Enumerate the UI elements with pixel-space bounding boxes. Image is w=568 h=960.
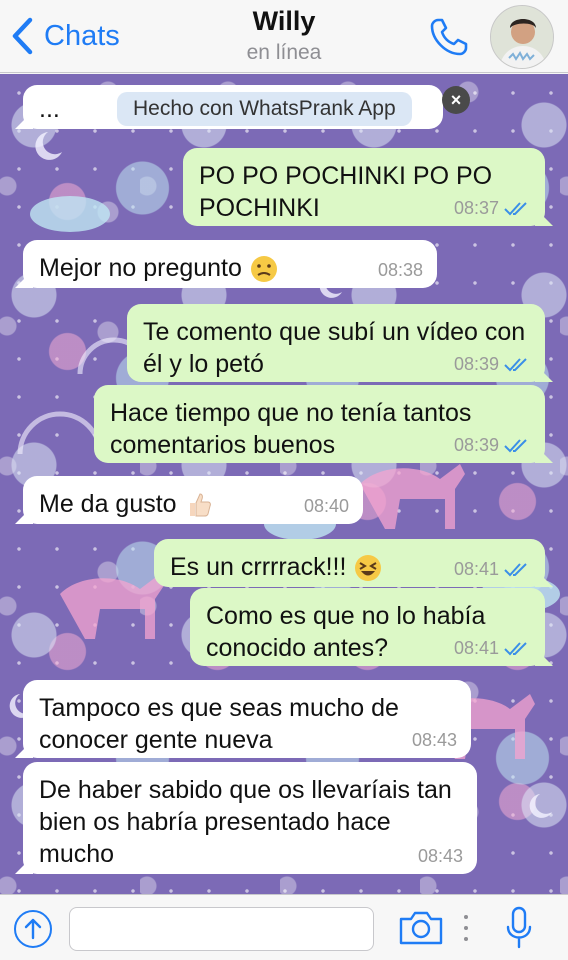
more-options-icon[interactable] — [461, 913, 471, 943]
phone-call-icon[interactable] — [428, 16, 470, 58]
message-text: Como es que no lo había conocido antes? — [206, 602, 486, 662]
laughing-face-icon — [355, 555, 382, 582]
prank-banner: Hecho con WhatsPrank App — [117, 92, 412, 126]
message-bubble[interactable]: PO PO POCHINKI PO PO POCHINKI 08:37 — [183, 148, 553, 226]
message-time: 08:37 — [453, 198, 499, 218]
message-text: Mejor no pregunto — [39, 254, 242, 282]
avatar-photo — [491, 6, 553, 68]
message-bubble[interactable]: Es un crrrrack!!! 08:41 — [154, 539, 553, 587]
contact-info[interactable]: Willy en línea — [0, 6, 568, 65]
message-time: 08:39 — [453, 435, 499, 455]
message-input[interactable] — [69, 907, 374, 951]
message-time: 08:41 — [453, 559, 499, 579]
read-ticks-icon — [504, 202, 527, 216]
prank-ellipsis: ... — [39, 95, 60, 123]
message-bubble[interactable]: Tampoco es que seas mucho de conocer gen… — [15, 680, 471, 758]
chat-header: Chats Willy en línea — [0, 0, 568, 73]
message-text: Es un crrrrack!!! — [170, 553, 347, 581]
camera-icon[interactable] — [397, 907, 445, 947]
message-time: 08:41 — [453, 638, 499, 658]
message-text: PO PO POCHINKI PO PO POCHINKI — [199, 162, 493, 222]
message-bubble[interactable]: De haber sabido que os llevaríais tan bi… — [15, 762, 477, 874]
message-bubble[interactable]: Como es que no lo había conocido antes? … — [190, 588, 553, 666]
contact-name: Willy — [252, 6, 316, 36]
input-bar — [0, 894, 568, 960]
message-time: 08:43 — [417, 846, 463, 866]
message-bubble[interactable]: Mejor no pregunto 08:38 — [15, 240, 437, 288]
message-time: 08:39 — [453, 354, 499, 374]
confused-face-icon — [250, 256, 277, 283]
message-text: Hace tiempo que no tenía tantos comentar… — [110, 399, 472, 459]
message-time: 08:38 — [377, 260, 423, 280]
message-time: 08:40 — [303, 496, 349, 516]
share-upload-icon[interactable] — [13, 909, 53, 949]
message-bubble[interactable]: Hace tiempo que no tenía tantos comentar… — [94, 385, 553, 463]
contact-status: en línea — [246, 41, 322, 64]
read-ticks-icon — [504, 439, 527, 453]
message-time: 08:43 — [411, 730, 457, 750]
thumbs-up-icon — [189, 493, 211, 517]
contact-avatar[interactable] — [490, 5, 554, 69]
read-ticks-icon — [504, 642, 527, 656]
message-text: Tampoco es que seas mucho de conocer gen… — [39, 694, 399, 754]
close-banner-button[interactable]: × — [442, 86, 470, 114]
message-bubble[interactable]: Te comento que subí un vídeo con él y lo… — [127, 304, 553, 382]
message-text: De haber sabido que os llevaríais tan bi… — [39, 776, 452, 868]
message-bubble[interactable]: Me da gusto 08:40 — [15, 476, 363, 524]
read-ticks-icon — [504, 358, 527, 372]
microphone-icon[interactable] — [505, 905, 533, 949]
message-text: Me da gusto — [39, 490, 177, 518]
read-ticks-icon — [504, 563, 527, 577]
